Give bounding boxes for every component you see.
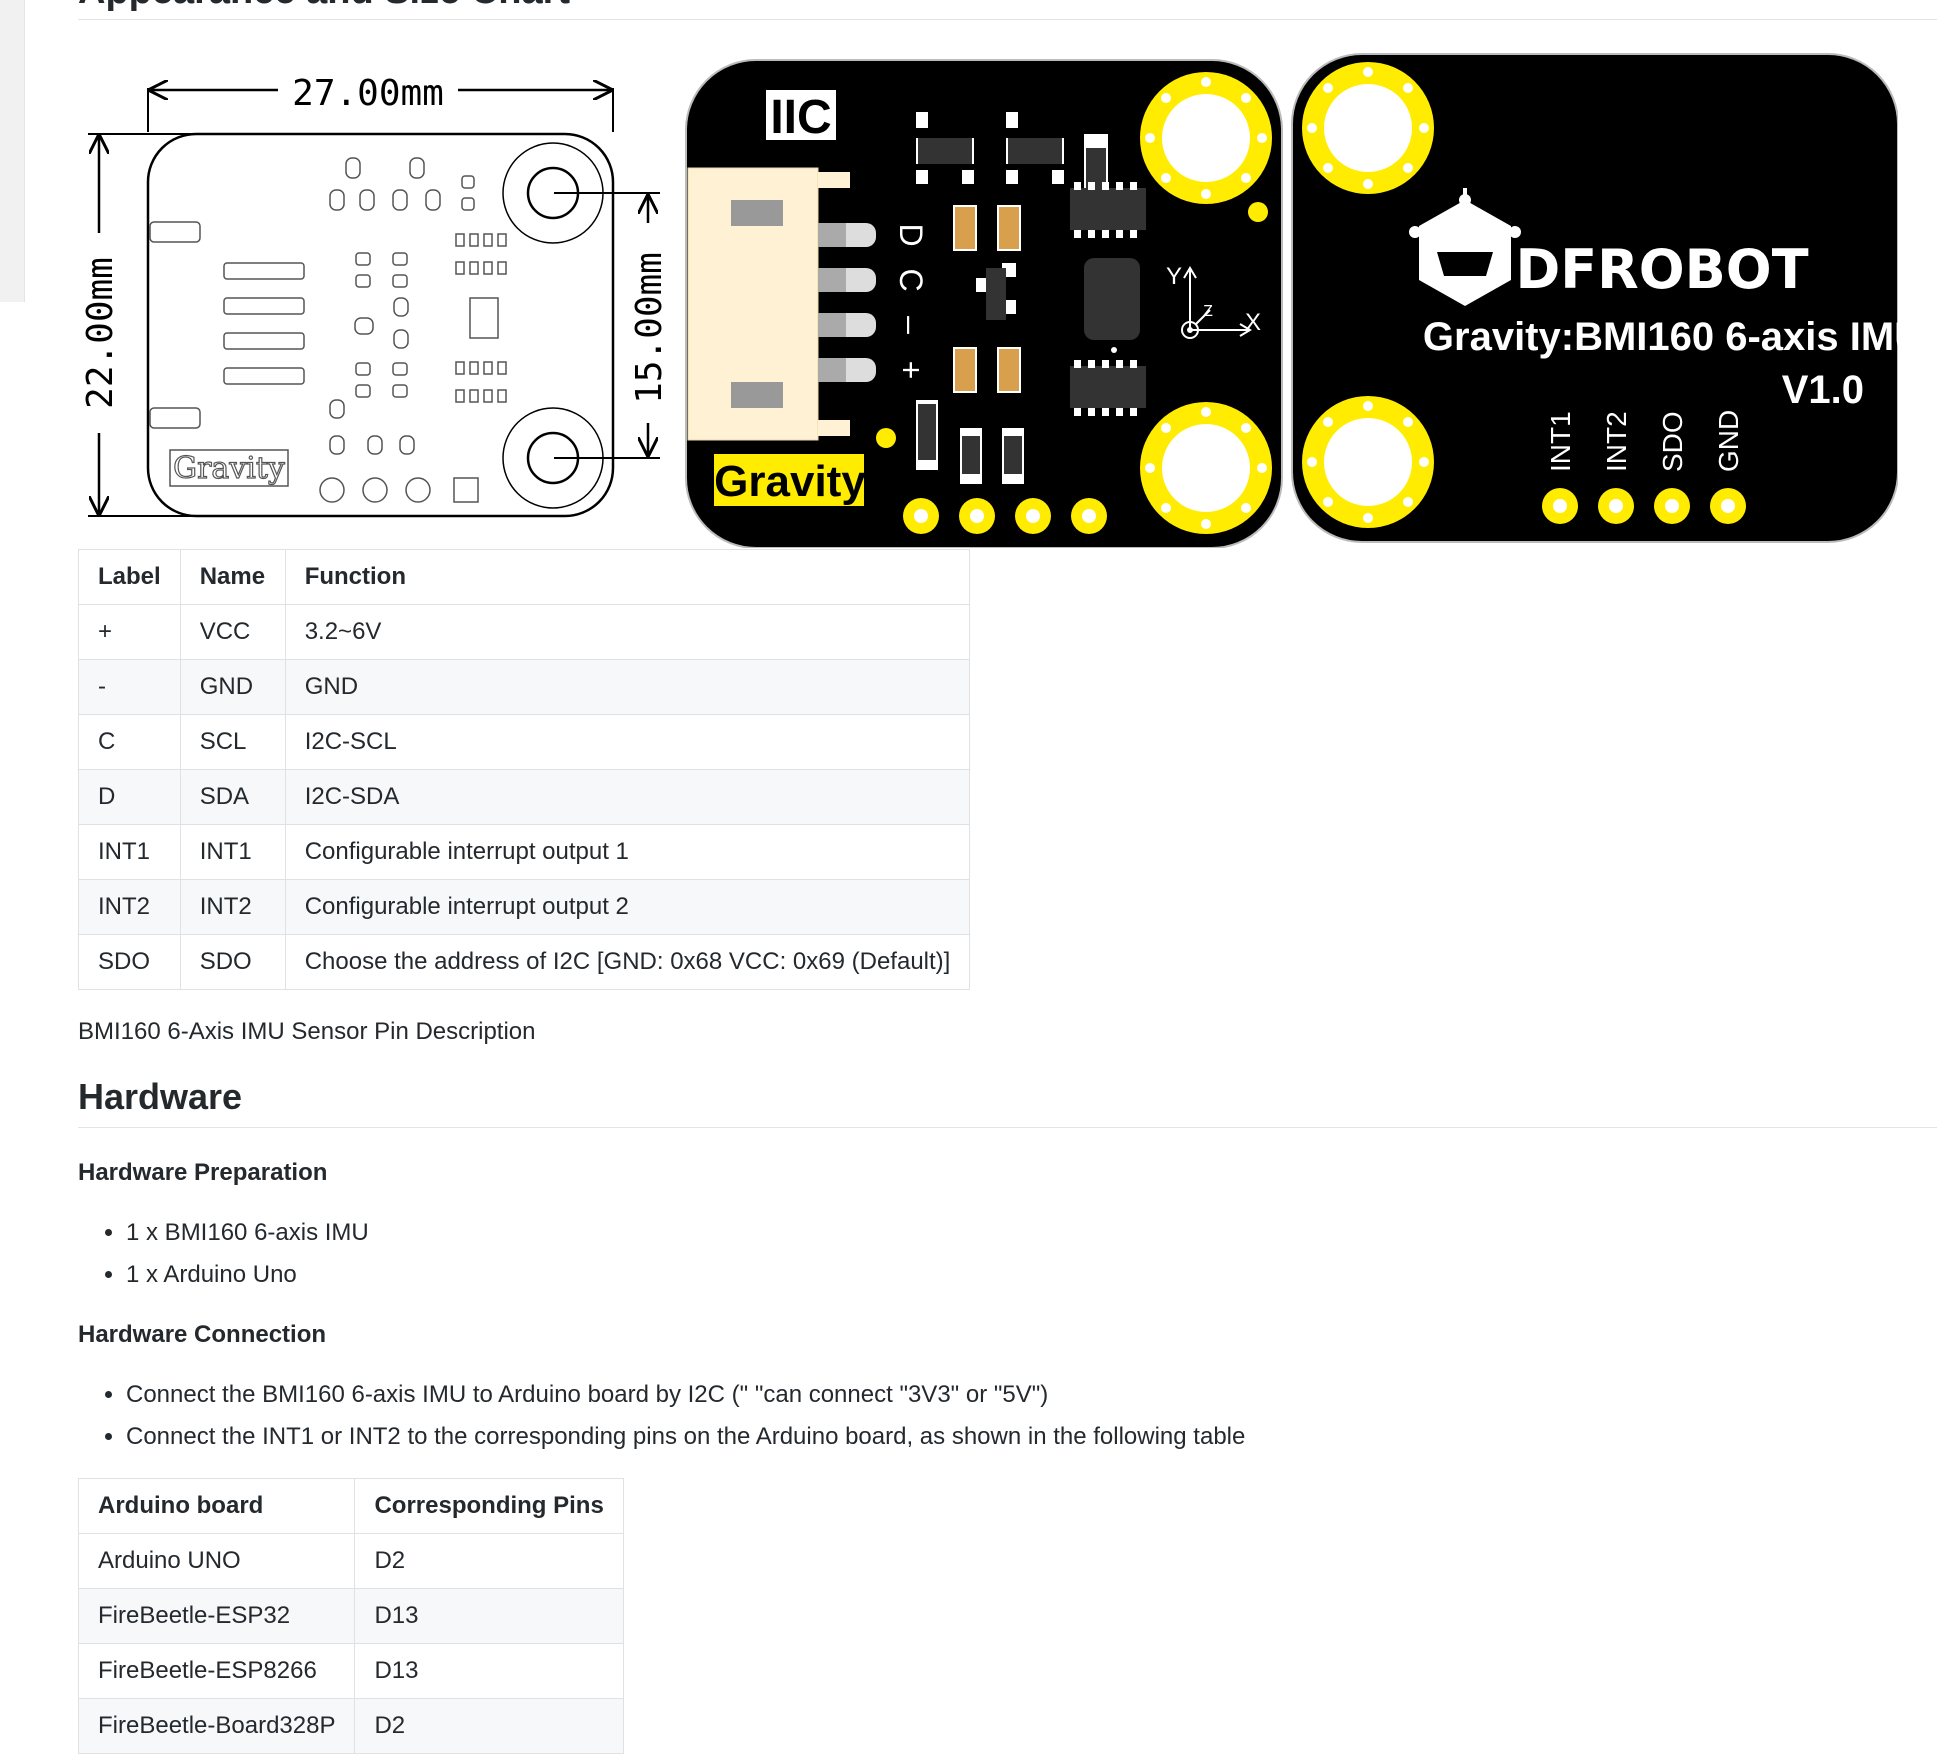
header-arduino-board: Arduino board — [77, 1478, 356, 1534]
cell-function: Configurable interrupt output 1 — [284, 824, 971, 880]
back-pin-gnd: GND — [1713, 410, 1744, 472]
brand-name: DFROBOT — [1515, 238, 1808, 301]
cell-name: SCL — [179, 714, 286, 770]
board-pins-table: Arduino board Corresponding Pins Arduino… — [77, 1478, 624, 1754]
cell-label: SDO — [78, 934, 181, 990]
cell-function: Configurable interrupt output 2 — [284, 879, 971, 935]
cell-name: VCC — [179, 604, 286, 660]
axis-y-label: Y — [1166, 263, 1182, 290]
section-heading-appearance: Appearance and Size Chart — [78, 0, 570, 13]
cell-function: I2C-SCL — [284, 714, 971, 770]
cell-name: SDO — [179, 934, 286, 990]
table-row: C SCL I2C-SCL — [78, 714, 971, 770]
pin-letter-d: D — [893, 223, 929, 246]
outline-gravity-logo: Gravity — [173, 451, 285, 486]
back-pin-sdo: SDO — [1657, 411, 1688, 472]
pin-letter-plus: + — [893, 361, 929, 380]
table-header-row: Arduino board Corresponding Pins — [77, 1478, 624, 1534]
table-row: D SDA I2C-SDA — [78, 769, 971, 825]
left-sidebar-strip — [0, 0, 25, 302]
pin-table-caption: BMI160 6-Axis IMU Sensor Pin Description — [78, 1018, 536, 1045]
product-name: Gravity:BMI160 6-axis IMU — [1423, 315, 1898, 359]
dimension-hole-spacing: 15.00mm — [629, 252, 670, 404]
cell-pin: D2 — [354, 1533, 624, 1589]
table-row: FireBeetle-Board328P D2 — [77, 1698, 624, 1754]
dimension-height: 22.00mm — [80, 257, 121, 409]
gravity-label: Gravity — [714, 457, 866, 506]
heading-divider — [78, 19, 1937, 20]
list-item: Connect the INT1 or INT2 to the correspo… — [126, 1416, 1245, 1458]
header-name: Name — [179, 549, 286, 605]
cell-function: Choose the address of I2C [GND: 0x68 VCC… — [284, 934, 971, 990]
hardware-divider — [78, 1127, 1937, 1128]
cell-function: 3.2~6V — [284, 604, 971, 660]
axis-z-label: Z — [1203, 303, 1213, 320]
pin-letter-c: C — [893, 268, 929, 291]
table-row: INT1 INT1 Configurable interrupt output … — [78, 824, 971, 880]
hardware-preparation-heading: Hardware Preparation — [78, 1159, 328, 1186]
cell-label: - — [78, 659, 181, 715]
list-item: 1 x BMI160 6-axis IMU — [126, 1212, 369, 1254]
iic-label: IIC — [770, 91, 831, 144]
table-row: FireBeetle-ESP32 D13 — [77, 1588, 624, 1644]
board-front: IIC D C – + Gravity Y X Z — [685, 59, 1283, 548]
axis-x-label: X — [1245, 309, 1261, 336]
list-item: Connect the BMI160 6-axis IMU to Arduino… — [126, 1374, 1245, 1416]
cell-function: GND — [284, 659, 971, 715]
cell-function: I2C-SDA — [284, 769, 971, 825]
table-header-row: Label Name Function — [78, 549, 971, 605]
cell-label: + — [78, 604, 181, 660]
back-pin-int1: INT1 — [1545, 411, 1576, 472]
cell-pin: D2 — [354, 1698, 624, 1754]
pin-description-table: Label Name Function + VCC 3.2~6V - GND G… — [78, 549, 971, 990]
header-corresponding-pins: Corresponding Pins — [354, 1478, 624, 1534]
cell-board: FireBeetle-ESP8266 — [77, 1643, 356, 1699]
hardware-preparation-list: 1 x BMI160 6-axis IMU 1 x Arduino Uno — [78, 1212, 369, 1296]
cell-board: FireBeetle-Board328P — [77, 1698, 356, 1754]
table-row: FireBeetle-ESP8266 D13 — [77, 1643, 624, 1699]
table-row: INT2 INT2 Configurable interrupt output … — [78, 879, 971, 935]
cell-name: SDA — [179, 769, 286, 825]
header-label: Label — [78, 549, 181, 605]
hardware-connection-list: Connect the BMI160 6-axis IMU to Arduino… — [78, 1374, 1245, 1458]
pin-letter-minus: – — [893, 316, 929, 334]
list-item: 1 x Arduino Uno — [126, 1254, 369, 1296]
cell-pin: D13 — [354, 1588, 624, 1644]
hardware-heading: Hardware — [78, 1076, 243, 1117]
cell-label: INT2 — [78, 879, 181, 935]
table-row: SDO SDO Choose the address of I2C [GND: … — [78, 934, 971, 990]
table-row: - GND GND — [78, 659, 971, 715]
cell-board: Arduino UNO — [77, 1533, 356, 1589]
dimension-width: 27.00mm — [292, 73, 444, 114]
header-function: Function — [284, 549, 971, 605]
hardware-connection-heading: Hardware Connection — [78, 1321, 327, 1348]
cell-name: INT1 — [179, 824, 286, 880]
cell-label: C — [78, 714, 181, 770]
cell-board: FireBeetle-ESP32 — [77, 1588, 356, 1644]
cell-label: D — [78, 769, 181, 825]
dimension-drawing: 27.00mm 22.00mm 15.00mm Gravity — [78, 72, 672, 518]
back-pin-int2: INT2 — [1601, 411, 1632, 472]
product-version: V1.0 — [1782, 368, 1864, 412]
cell-name: INT2 — [179, 879, 286, 935]
board-back: DFROBOT Gravity:BMI160 6-axis IMU V1.0 I… — [1291, 53, 1898, 543]
table-row: + VCC 3.2~6V — [78, 604, 971, 660]
cell-pin: D13 — [354, 1643, 624, 1699]
table-row: Arduino UNO D2 — [77, 1533, 624, 1589]
board-figure: 27.00mm 22.00mm 15.00mm Gravity IIC D C … — [78, 53, 1898, 548]
cell-name: GND — [179, 659, 286, 715]
cell-label: INT1 — [78, 824, 181, 880]
